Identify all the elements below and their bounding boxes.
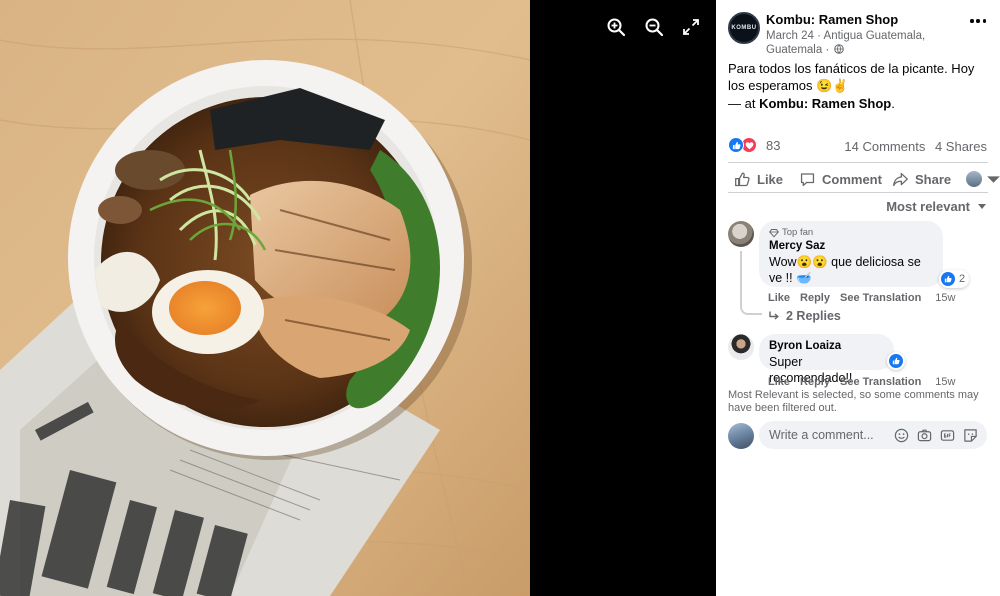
current-user-avatar[interactable] bbox=[728, 423, 754, 449]
page-name-link[interactable]: Kombu: Ramen Shop bbox=[766, 12, 898, 27]
more-dots-icon bbox=[970, 19, 974, 23]
expand-icon bbox=[683, 19, 699, 35]
share-arrow-icon bbox=[893, 172, 908, 186]
comment-author-link[interactable]: Mercy Saz bbox=[769, 240, 933, 252]
reactions-summary[interactable]: 83 bbox=[728, 137, 780, 153]
top-fan-label: Top fan bbox=[782, 227, 814, 238]
comment-text: Wow😮😮 que deliciosa se ve !! 🥣 bbox=[769, 255, 921, 285]
zoom-out-button[interactable] bbox=[641, 14, 667, 40]
like-button-label: Like bbox=[757, 171, 784, 187]
sort-label: Most relevant bbox=[886, 199, 970, 214]
post-text: Para todos los fanáticos de la picante. … bbox=[728, 61, 975, 93]
post-details-panel: KOMBU Kombu: Ramen Shop March 24 · Antig… bbox=[716, 0, 1000, 596]
filter-note: Most Relevant is selected, so some comme… bbox=[728, 389, 979, 414]
replies-label: 2 Replies bbox=[786, 309, 841, 323]
share-button[interactable]: Share bbox=[892, 171, 951, 188]
ramen-photo-image bbox=[0, 0, 530, 596]
comment-bubble: Byron Loaiza Super recomendado!! bbox=[759, 334, 894, 385]
comment-reaction-count: 2 bbox=[959, 273, 966, 285]
thumbs-up-icon bbox=[735, 171, 750, 186]
page-avatar[interactable]: KOMBU bbox=[728, 12, 760, 44]
like-button[interactable]: Like bbox=[734, 171, 783, 188]
post-action-bar: Like Comment Share bbox=[728, 168, 1000, 190]
zoom-out-icon bbox=[645, 18, 664, 37]
like-reaction-icon bbox=[941, 272, 955, 286]
globe-icon bbox=[834, 44, 845, 54]
commenter-avatar-mercy[interactable] bbox=[728, 221, 754, 247]
commenter-avatar-byron[interactable] bbox=[728, 334, 754, 360]
sticker-button[interactable] bbox=[962, 427, 979, 444]
see-translation-link[interactable]: See Translation bbox=[840, 292, 921, 304]
comment-reply-link[interactable]: Reply bbox=[800, 376, 830, 388]
comment-button[interactable]: Comment bbox=[799, 171, 882, 188]
comment-like-link[interactable]: Like bbox=[768, 376, 790, 388]
post-date-location[interactable]: March 24 · Antigua Guatemala, Guatemala … bbox=[766, 30, 925, 56]
comment-timestamp[interactable]: 15w bbox=[935, 376, 955, 388]
reply-arrow-icon bbox=[769, 311, 779, 320]
gif-icon bbox=[940, 429, 955, 441]
photo-button[interactable] bbox=[916, 427, 933, 444]
comment-actions: Like Reply See Translation 15w bbox=[768, 292, 965, 304]
top-fan-badge[interactable]: Top fan bbox=[769, 227, 933, 238]
divider-bottom bbox=[728, 192, 988, 193]
more-dot bbox=[976, 19, 980, 23]
diamond-icon bbox=[769, 228, 779, 238]
comment-bubble-icon bbox=[800, 172, 815, 186]
like-reaction-icon bbox=[889, 354, 903, 368]
checkin-prefix: — at bbox=[728, 96, 760, 111]
post-photo-ramen-bowl[interactable] bbox=[0, 0, 530, 596]
page-avatar-logo-text: KOMBU bbox=[731, 25, 757, 31]
fullscreen-button[interactable] bbox=[678, 14, 704, 40]
like-reaction-icon bbox=[728, 137, 744, 153]
see-translation-link[interactable]: See Translation bbox=[840, 376, 921, 388]
comment-reply-link[interactable]: Reply bbox=[800, 292, 830, 304]
engagement-counts: 14 Comments 4 Shares bbox=[838, 139, 987, 154]
react-as-selector[interactable] bbox=[966, 171, 1000, 188]
comment-composer bbox=[759, 421, 987, 449]
photo-viewer bbox=[0, 0, 716, 596]
comment-actions: Like Reply See Translation 15w bbox=[768, 376, 965, 388]
comment-button-label: Comment bbox=[822, 171, 882, 187]
post-options-button[interactable] bbox=[970, 17, 986, 25]
comment-reaction-badge[interactable]: 2 bbox=[939, 270, 970, 288]
gif-button[interactable] bbox=[939, 427, 956, 444]
comment-timestamp[interactable]: 15w bbox=[935, 292, 955, 304]
camera-icon bbox=[917, 429, 932, 441]
comment-input[interactable] bbox=[769, 428, 887, 442]
chevron-down-icon bbox=[987, 175, 1000, 183]
sticker-icon bbox=[964, 428, 977, 442]
zoom-in-icon bbox=[607, 18, 626, 37]
reaction-count: 83 bbox=[766, 137, 781, 153]
comments-count-link[interactable]: 14 Comments bbox=[844, 139, 925, 154]
comment-reaction-badge[interactable] bbox=[887, 352, 905, 370]
emoji-button[interactable] bbox=[893, 427, 910, 444]
checkin-place-link[interactable]: Kombu: Ramen Shop bbox=[759, 96, 891, 111]
shares-count-link[interactable]: 4 Shares bbox=[935, 139, 987, 154]
share-button-label: Share bbox=[915, 171, 952, 187]
view-replies-link[interactable]: 2 Replies bbox=[768, 309, 841, 323]
emoji-icon bbox=[894, 428, 909, 442]
caret-down-icon bbox=[978, 204, 986, 209]
post-meta: March 24 · Antigua Guatemala, Guatemala … bbox=[766, 29, 936, 57]
post-checkin: — at Kombu: Ramen Shop. bbox=[728, 96, 895, 111]
zoom-in-button[interactable] bbox=[603, 14, 629, 40]
divider-top bbox=[728, 162, 988, 163]
current-user-avatar-small bbox=[966, 171, 982, 187]
checkin-suffix: . bbox=[891, 96, 895, 111]
comment-author-link[interactable]: Byron Loaiza bbox=[769, 340, 884, 352]
comment-sort-dropdown[interactable]: Most relevant bbox=[886, 199, 986, 214]
more-dot bbox=[982, 19, 986, 23]
comment-bubble: Top fan Mercy Saz Wow😮😮 que deliciosa se… bbox=[759, 221, 943, 287]
comment-like-link[interactable]: Like bbox=[768, 292, 790, 304]
